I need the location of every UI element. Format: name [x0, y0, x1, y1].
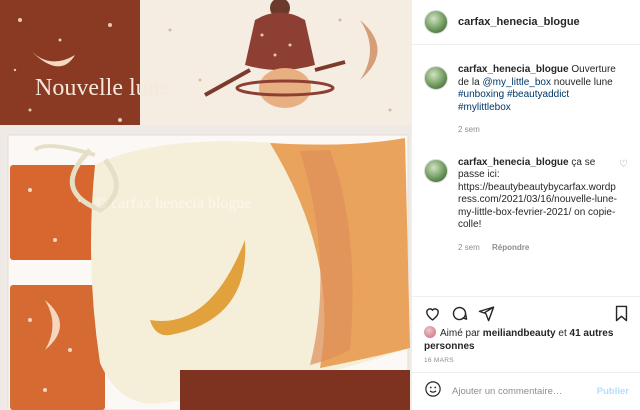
caption-text-2: nouvelle lune: [553, 76, 613, 88]
watermark-text: © carfax henecia blogue: [95, 195, 252, 212]
comment-avatar[interactable]: [424, 158, 448, 183]
likes-prefix: Aimé par: [440, 328, 481, 339]
bookmark-icon[interactable]: [614, 305, 629, 322]
likes-summary: Aimé par meiliandbeauty et 41 autres per…: [424, 326, 629, 353]
comment-meta: 2 sem Répondre: [458, 242, 618, 255]
action-bar: [412, 296, 640, 324]
share-icon[interactable]: [478, 305, 495, 322]
comment-like-icon[interactable]: ♡: [619, 159, 628, 170]
publish-button[interactable]: Publier: [597, 386, 629, 397]
post-photo[interactable]: Nouvelle lune © carfax henecia blogue: [0, 0, 411, 410]
caption-meta: 2 sem: [458, 124, 618, 137]
comment-time[interactable]: 2 sem: [458, 243, 480, 252]
unboxing-photo: Nouvelle lune © carfax henecia blogue: [0, 0, 411, 410]
caption-username[interactable]: carfax_henecia_blogue: [458, 64, 569, 75]
add-comment-bar: Ajouter un commentaire… Publier: [412, 372, 640, 410]
hashtag-mylittlebox[interactable]: #mylittlebox: [458, 102, 511, 113]
caption-text: carfax_henecia_blogue Ouverture de la @m…: [458, 64, 618, 137]
hashtag-beautyaddict[interactable]: #beautyaddict: [507, 89, 569, 100]
comment-icon[interactable]: [451, 305, 468, 322]
comment-input[interactable]: Ajouter un commentaire…: [452, 386, 597, 397]
post-header: carfax_henecia_blogue: [412, 0, 640, 45]
like-icon[interactable]: [424, 305, 441, 322]
reply-button[interactable]: Répondre: [492, 243, 529, 252]
comment-username[interactable]: carfax_henecia_blogue: [458, 157, 569, 168]
header-username[interactable]: carfax_henecia_blogue: [458, 16, 580, 28]
comment-body: carfax_henecia_blogue ça se passe ici: h…: [458, 157, 618, 255]
comment-item: carfax_henecia_blogue ça se passe ici: h…: [412, 157, 640, 255]
liker-avatar[interactable]: [424, 326, 436, 338]
post-date[interactable]: 16 MARS: [424, 357, 454, 364]
likes-middle: et: [558, 328, 567, 339]
avatar[interactable]: [424, 10, 448, 34]
emoji-icon[interactable]: [424, 380, 442, 403]
hashtag-unboxing[interactable]: #unboxing: [458, 89, 504, 100]
caption-mention[interactable]: @my_little_box: [482, 77, 551, 88]
instagram-post: Nouvelle lune © carfax henecia blogue ca…: [0, 0, 640, 410]
box-brand-text: Nouvelle lune: [35, 75, 170, 101]
post-side-panel: carfax_henecia_blogue carfax_henecia_blo…: [411, 0, 640, 410]
caption: carfax_henecia_blogue Ouverture de la @m…: [412, 64, 640, 137]
liker-username[interactable]: meiliandbeauty: [483, 328, 556, 339]
caption-time[interactable]: 2 sem: [458, 125, 480, 134]
caption-avatar[interactable]: [424, 66, 448, 90]
